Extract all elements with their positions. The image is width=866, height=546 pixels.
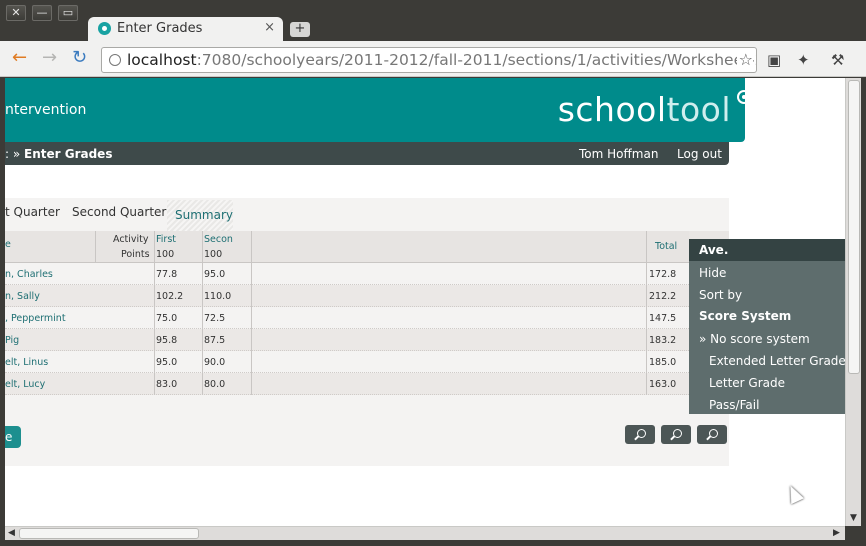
tab-summary[interactable]: Summary [167, 200, 233, 231]
logo-ring-icon [737, 90, 751, 104]
browser-toolbar: ← → ↻ localhost:7080/schoolyears/2011-20… [0, 41, 866, 77]
zoom-icon[interactable] [661, 425, 691, 444]
activity-column-second[interactable]: Secon [204, 234, 233, 245]
menu-item-pass-fail[interactable]: Pass/Fail [709, 398, 759, 412]
fullscreen-icon[interactable]: ▣ [767, 51, 781, 69]
column-divider [202, 231, 203, 395]
reload-icon[interactable]: ↻ [72, 48, 87, 68]
zoom-icon[interactable] [625, 425, 655, 444]
horizontal-scroll-thumb[interactable] [19, 528, 199, 539]
nav-bar: : » Enter Grades Tom Hoffman Log out [5, 142, 729, 165]
table-row: , Peppermint 75.0 72.5 147.5 [5, 307, 729, 329]
window-maximize-button[interactable]: ▭ [58, 5, 78, 21]
forward-arrow-icon[interactable]: → [42, 48, 57, 68]
section-name[interactable]: ntervention [5, 102, 86, 118]
points-first: 100 [156, 249, 175, 260]
vertical-scrollbar[interactable]: ▼ [845, 78, 861, 526]
table-row: n, Charles 77.8 95.0 172.8 [5, 263, 729, 285]
tab-title: Enter Grades [117, 21, 203, 36]
address-bar[interactable]: localhost:7080/schoolyears/2011-2012/fal… [101, 47, 757, 73]
menu-item-hide[interactable]: Hide [699, 266, 726, 280]
column-popup-menu: Ave. Hide Sort by Score System » No scor… [689, 239, 845, 414]
save-button[interactable]: e [5, 426, 21, 448]
globe-icon [109, 54, 121, 66]
page-viewport: ntervention schooltool : » Enter Grades … [5, 78, 845, 526]
user-name-link[interactable]: Tom Hoffman [579, 147, 658, 161]
page-header: ntervention schooltool [5, 78, 751, 142]
total-column-header[interactable]: Total [655, 241, 677, 252]
table-row: n, Sally 102.2 110.0 212.2 [5, 285, 729, 307]
breadcrumb-current: Enter Grades [24, 147, 113, 161]
column-divider [154, 231, 155, 395]
column-divider [251, 231, 252, 395]
window-minimize-button[interactable]: — [32, 5, 52, 21]
menu-item-no-score-system[interactable]: » No score system [699, 332, 810, 346]
menu-section-score-system: Score System [699, 309, 792, 323]
zoom-icon[interactable] [697, 425, 727, 444]
menu-item-letter-grade[interactable]: Letter Grade [709, 376, 785, 390]
horizontal-scrollbar[interactable]: ◀ ▶ [5, 526, 845, 540]
name-column-header[interactable]: e [5, 239, 11, 250]
column-divider [95, 231, 96, 263]
scroll-right-arrow-icon[interactable]: ▶ [833, 528, 840, 538]
menu-item-sort-by[interactable]: Sort by [699, 288, 742, 302]
scroll-down-arrow-icon[interactable]: ▼ [850, 513, 857, 523]
browser-window: ✕ — ▭ Enter Grades × + ← → ↻ localhost:7… [0, 0, 866, 546]
schooltool-favicon-icon [98, 22, 111, 35]
wrench-icon[interactable]: ⚒ [831, 51, 844, 69]
tab-first-quarter[interactable]: t Quarter [5, 205, 60, 219]
logout-link[interactable]: Log out [677, 147, 722, 161]
tab-close-icon[interactable]: × [264, 20, 275, 35]
column-divider [646, 231, 647, 395]
new-tab-button[interactable]: + [290, 22, 310, 37]
browser-tab[interactable]: Enter Grades × [88, 17, 283, 41]
activity-column-first[interactable]: First [156, 234, 176, 245]
url-path: :7080/schoolyears/2011-2012/fall-2011/se… [196, 51, 756, 69]
bookmark-star-icon[interactable]: ☆ [736, 48, 753, 72]
table-row: elt, Linus 95.0 90.0 185.0 [5, 351, 729, 373]
tab-second-quarter[interactable]: Second Quarter [72, 205, 166, 219]
table-row: elt, Lucy 83.0 80.0 163.0 [5, 373, 729, 395]
schooltool-logo: schooltool [558, 90, 751, 129]
points-label: Points [121, 249, 150, 260]
window-close-button[interactable]: ✕ [6, 5, 26, 21]
menu-header: Ave. [689, 239, 845, 261]
back-arrow-icon[interactable]: ← [12, 48, 27, 68]
points-second: 100 [204, 249, 223, 260]
scroll-left-arrow-icon[interactable]: ◀ [8, 528, 15, 538]
url-host: localhost [127, 51, 197, 69]
grid-header: e Activity Points First 100 Secon 100 To… [5, 231, 729, 263]
breadcrumb: : » Enter Grades [5, 147, 113, 161]
pin-icon[interactable]: ✦ [797, 51, 810, 69]
activity-label: Activity [113, 234, 149, 245]
table-row: Pig 95.8 87.5 183.2 [5, 329, 729, 351]
vertical-scroll-thumb[interactable] [848, 80, 860, 374]
menu-item-extended-letter-grade[interactable]: Extended Letter Grade [709, 354, 845, 368]
